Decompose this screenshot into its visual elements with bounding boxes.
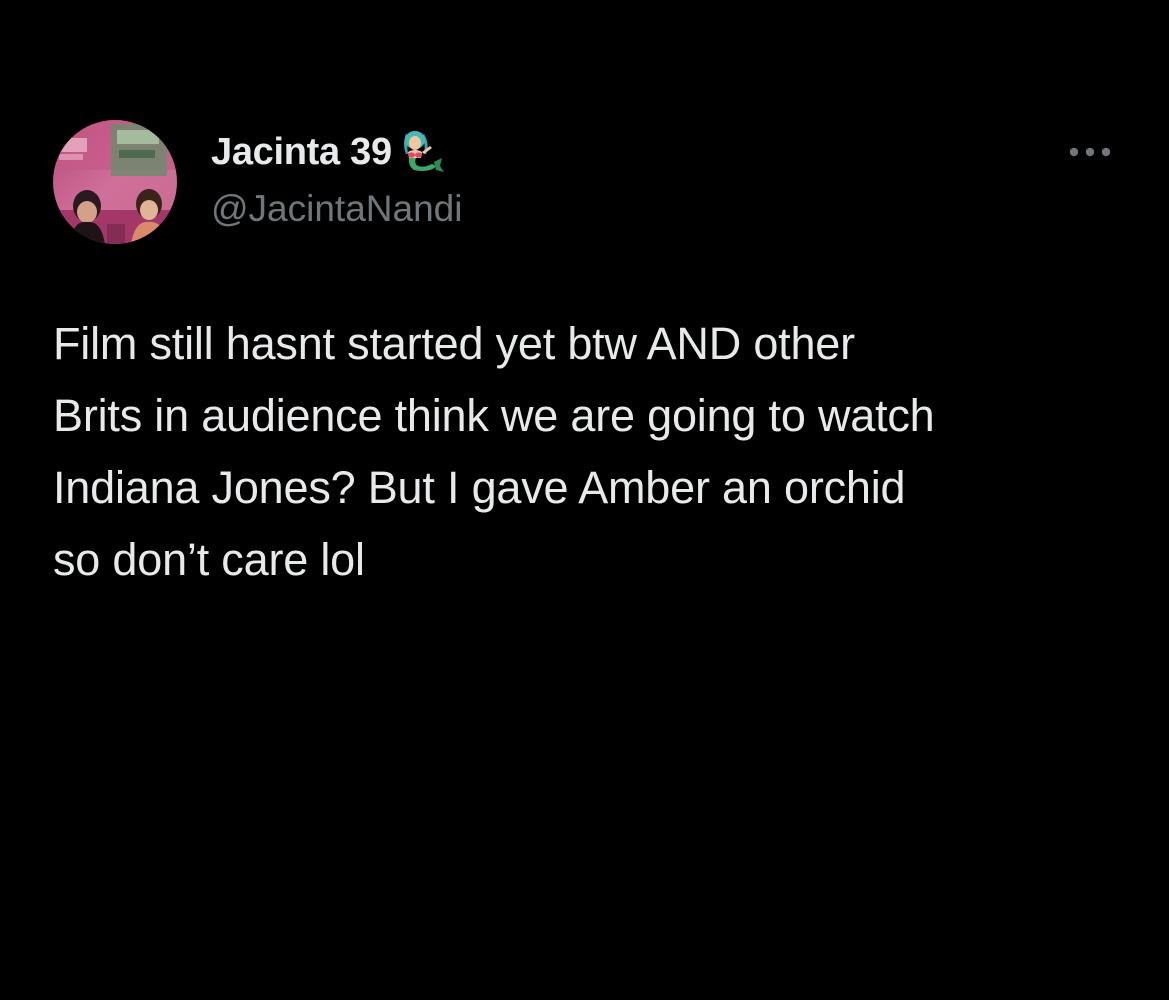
more-horizontal-icon — [1069, 147, 1111, 157]
more-options-button[interactable] — [1060, 134, 1120, 170]
author-handle[interactable]: @JacintaNandi — [211, 190, 462, 227]
display-name[interactable]: Jacinta 39 — [211, 133, 392, 171]
mermaid-emoji-icon — [394, 126, 446, 178]
avatar[interactable] — [53, 120, 177, 244]
author-name-row[interactable]: Jacinta 39 — [211, 126, 446, 178]
avatar-image — [53, 120, 177, 244]
tweet-card: Jacinta 39 @JacintaNandi Film still hasn… — [0, 0, 1169, 1000]
tweet-text: Film still hasnt started yet btw AND oth… — [53, 318, 935, 585]
